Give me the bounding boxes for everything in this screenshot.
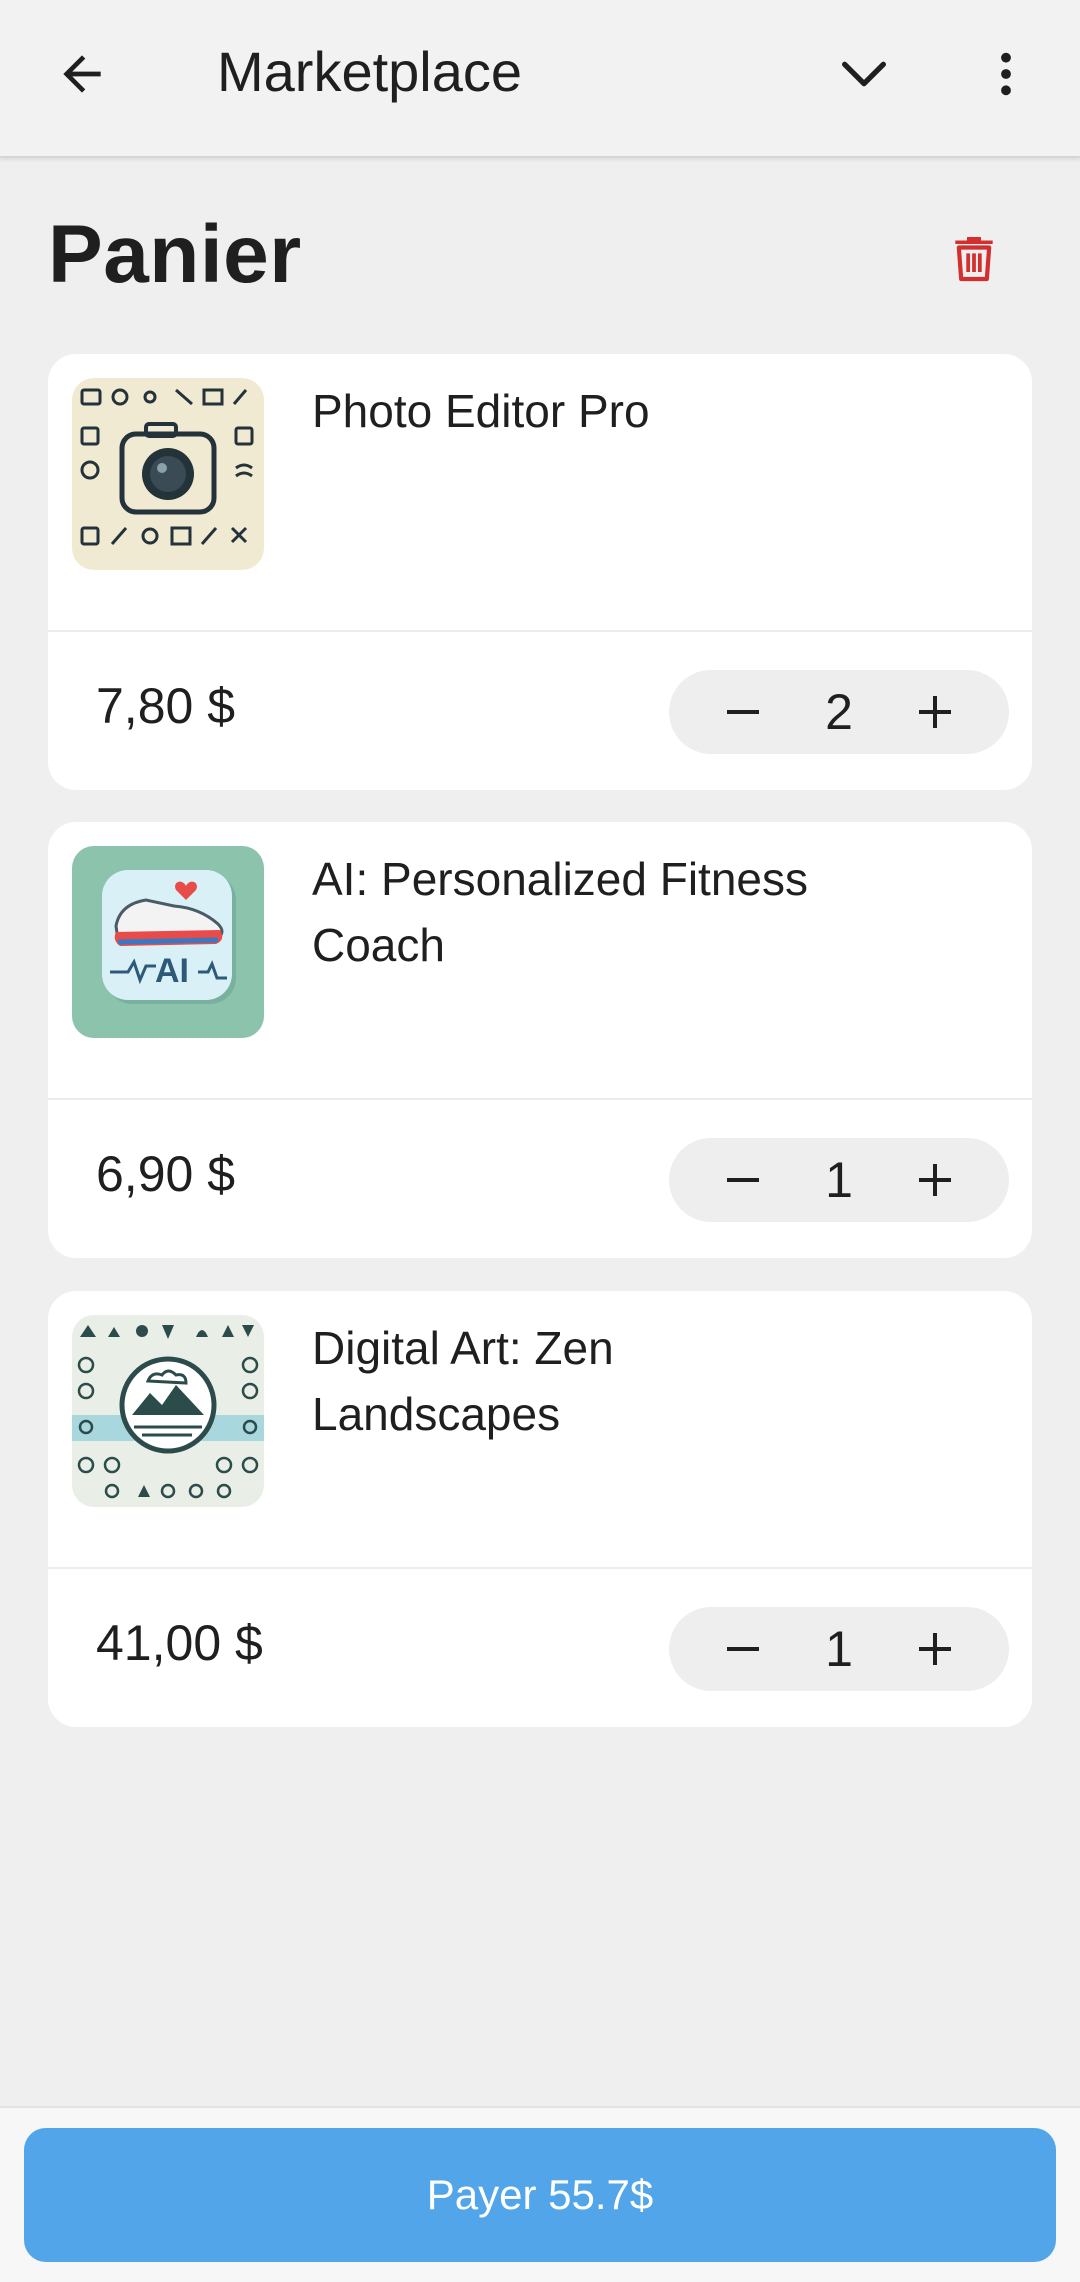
camera-app-icon[interactable] xyxy=(72,378,264,570)
zen-landscape-app-icon[interactable] xyxy=(72,1315,264,1507)
svg-text:AI: AI xyxy=(155,952,189,990)
quantity-value: 1 xyxy=(825,1621,853,1677)
item-name: AI: Personalized Fitness Coach xyxy=(312,853,809,971)
app-bar: Marketplace xyxy=(0,0,1080,158)
fitness-sneaker-app-icon[interactable]: AI xyxy=(72,846,264,1038)
plus-icon xyxy=(919,1164,951,1196)
trash-icon xyxy=(955,237,993,282)
divider xyxy=(48,1098,1032,1100)
chevron-down-icon xyxy=(842,61,886,87)
back-button[interactable] xyxy=(46,38,118,110)
increase-quantity-button[interactable] xyxy=(905,1150,965,1210)
minus-icon xyxy=(727,1178,759,1182)
item-name: Photo Editor Pro xyxy=(312,385,650,437)
pay-button[interactable]: Payer 55.7$ xyxy=(24,2128,1056,2262)
item-price: 7,80 $ xyxy=(96,678,236,734)
minus-icon xyxy=(727,710,759,714)
cart-item: Photo Editor Pro 7,80 $ 2 xyxy=(48,354,1032,790)
plus-icon xyxy=(919,696,951,728)
quantity-stepper: 1 xyxy=(669,1607,1009,1691)
plus-icon xyxy=(919,1633,951,1665)
quantity-stepper: 2 xyxy=(669,670,1009,754)
app-title: Marketplace xyxy=(217,40,523,103)
increase-quantity-button[interactable] xyxy=(905,1619,965,1679)
more-vert-icon xyxy=(1001,52,1011,96)
checkout-bar: Payer 55.7$ xyxy=(0,2106,1080,2282)
dropdown-button[interactable] xyxy=(828,38,900,110)
item-name: Digital Art: Zen Landscapes xyxy=(312,1322,614,1440)
more-options-button[interactable] xyxy=(970,38,1042,110)
quantity-value: 1 xyxy=(825,1152,853,1208)
item-price: 6,90 $ xyxy=(96,1146,236,1202)
item-price: 41,00 $ xyxy=(96,1615,263,1671)
decrease-quantity-button[interactable] xyxy=(713,682,773,742)
divider xyxy=(48,630,1032,632)
increase-quantity-button[interactable] xyxy=(905,682,965,742)
decrease-quantity-button[interactable] xyxy=(713,1619,773,1679)
quantity-value: 2 xyxy=(825,684,853,740)
arrow-left-icon xyxy=(63,55,101,93)
divider xyxy=(48,1567,1032,1569)
decrease-quantity-button[interactable] xyxy=(713,1150,773,1210)
page-title: Panier xyxy=(48,209,302,300)
cart-item: Digital Art: Zen Landscapes 41,00 $ 1 xyxy=(48,1291,1032,1727)
quantity-stepper: 1 xyxy=(669,1138,1009,1222)
clear-cart-button[interactable] xyxy=(938,222,1010,294)
cart-item: AI AI: Personalized Fitness Coach 6,90 $… xyxy=(48,822,1032,1258)
minus-icon xyxy=(727,1647,759,1651)
